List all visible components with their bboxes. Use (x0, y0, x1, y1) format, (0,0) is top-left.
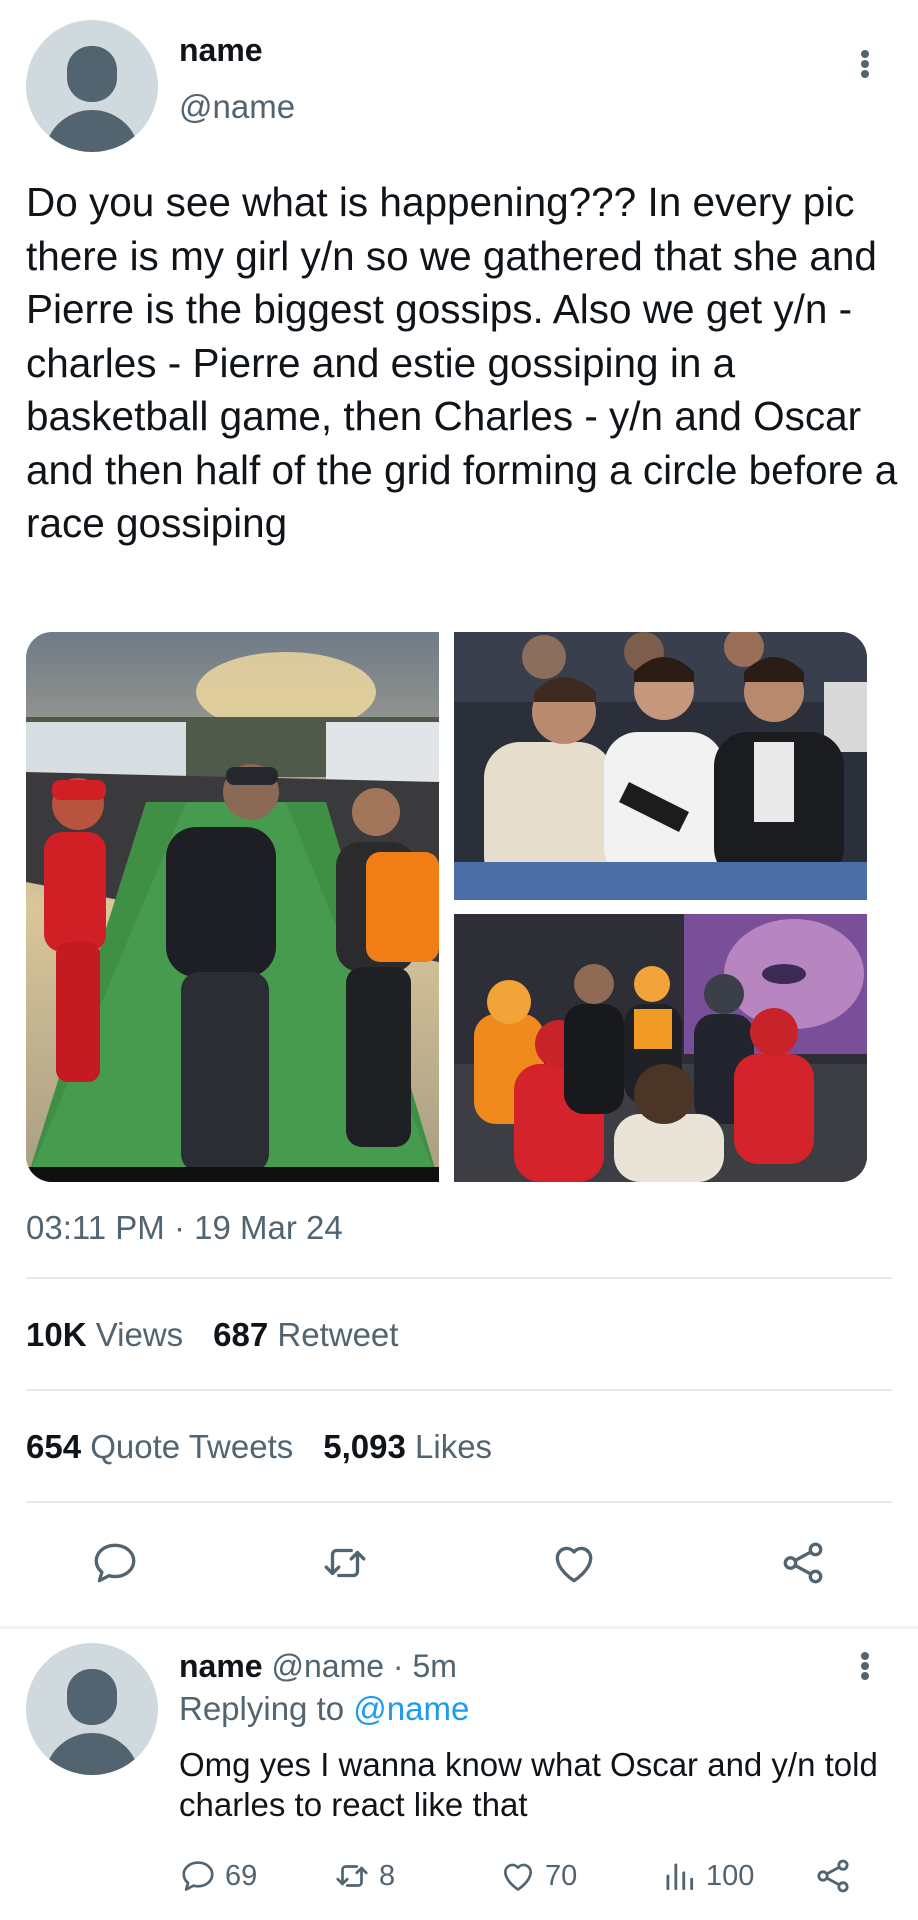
reply-views-count: 100 (706, 1859, 755, 1892)
photo-basketball-courtside (454, 632, 867, 900)
divider (26, 1389, 892, 1391)
tweet-author-handle[interactable]: @name (179, 88, 295, 126)
tweet-timestamp[interactable]: 03:11 PM · 19 Mar 24 (26, 1209, 343, 1247)
reply-reply-button[interactable]: 69 (179, 1855, 257, 1897)
tweet-photo-1[interactable] (26, 632, 439, 1182)
avatar-head (67, 46, 117, 102)
likes-count: 5,093 (323, 1428, 406, 1465)
like-button[interactable] (544, 1533, 604, 1593)
like-icon (503, 1863, 533, 1891)
retweet-icon (324, 1548, 366, 1578)
tweet-photo-3[interactable] (454, 914, 867, 1182)
reply-reply-count: 69 (225, 1859, 258, 1892)
reply-icon (182, 1861, 214, 1891)
replying-to-prefix: Replying to (179, 1690, 345, 1727)
reply-header: name @name · 5m (179, 1648, 457, 1685)
thread-separator (0, 1626, 918, 1629)
retweet-icon (336, 1865, 368, 1887)
reply-icon (94, 1543, 136, 1583)
avatar-shoulders (44, 110, 140, 152)
share-button[interactable] (773, 1533, 833, 1593)
retweets-label: Retweet (277, 1316, 399, 1353)
reply-text: Omg yes I wanna know what Oscar and y/n … (179, 1746, 878, 1823)
views-stat[interactable]: 10K Views (26, 1316, 183, 1353)
more-options-icon[interactable] (853, 46, 877, 82)
reply-views-button[interactable]: 100 (660, 1855, 754, 1897)
reply-avatar[interactable] (26, 1643, 158, 1775)
reply-button[interactable] (85, 1533, 145, 1593)
reply-share-button[interactable] (813, 1855, 861, 1897)
views-count: 10K (26, 1316, 87, 1353)
retweets-stat[interactable]: 687 Retweet (213, 1316, 398, 1353)
photo-paddock-walk (26, 632, 439, 1182)
divider (26, 1277, 892, 1279)
replying-to: Replying to @name (179, 1690, 469, 1728)
share-icon (817, 1859, 849, 1893)
stats-row-views-retweets: 10K Views 687 Retweet (26, 1316, 398, 1354)
views-icon (666, 1863, 694, 1891)
like-icon (555, 1546, 593, 1583)
reply-retweet-button[interactable]: 8 (333, 1855, 395, 1897)
replying-to-mention[interactable]: @name (353, 1690, 469, 1727)
avatar-head (67, 1669, 117, 1725)
divider (26, 1501, 892, 1503)
tweet-avatar[interactable] (26, 20, 158, 152)
reply-more-options-icon[interactable] (853, 1648, 877, 1684)
likes-label: Likes (415, 1428, 493, 1465)
share-icon (783, 1542, 823, 1584)
retweets-count: 687 (213, 1316, 269, 1353)
tweet-author-name[interactable]: name (179, 32, 263, 69)
tweet-photo-2[interactable] (454, 632, 867, 900)
quotes-count: 654 (26, 1428, 82, 1465)
retweet-button[interactable] (315, 1533, 375, 1593)
views-label: Views (95, 1316, 184, 1353)
likes-stat[interactable]: 5,093 Likes (323, 1428, 492, 1465)
photo-drivers-circle (454, 914, 867, 1182)
quotes-label: Quote Tweets (90, 1428, 294, 1465)
avatar-shoulders (44, 1733, 140, 1775)
reply-retweet-count: 8 (379, 1859, 396, 1892)
reply-author-handle[interactable]: @name (271, 1648, 384, 1684)
reply-like-button[interactable]: 70 (499, 1855, 577, 1897)
stats-row-quotes-likes: 654 Quote Tweets 5,093 Likes (26, 1428, 492, 1466)
reply-time: · 5m (392, 1648, 457, 1684)
quotes-stat[interactable]: 654 Quote Tweets (26, 1428, 293, 1465)
reply-like-count: 70 (545, 1859, 578, 1892)
reply-author-name[interactable]: name (179, 1648, 263, 1684)
tweet-text: Do you see what is happening??? In every… (26, 179, 898, 546)
